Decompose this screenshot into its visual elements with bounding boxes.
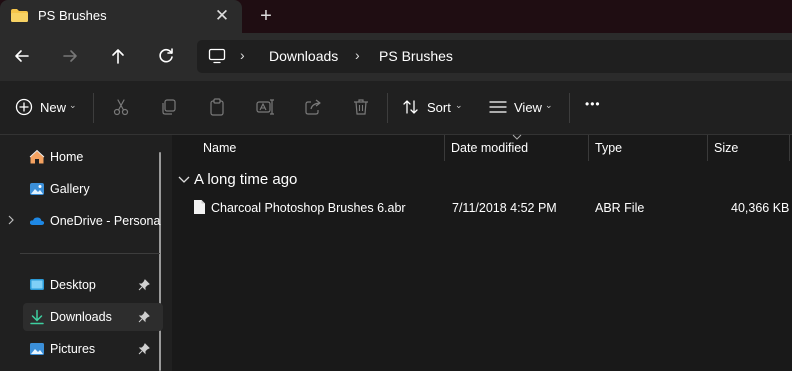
close-tab-icon[interactable]: ✕ (213, 7, 231, 25)
column-divider[interactable] (588, 135, 589, 161)
pin-icon[interactable] (138, 343, 150, 355)
chevron-down-icon: ⌄ (545, 100, 553, 110)
download-icon (30, 309, 44, 325)
refresh-icon[interactable] (154, 44, 178, 68)
breadcrumb-ps-brushes[interactable]: PS Brushes (379, 48, 453, 64)
share-icon[interactable] (303, 97, 323, 117)
sidebar-item-label: Downloads (50, 310, 112, 324)
file-type: ABR File (595, 201, 645, 215)
column-divider[interactable] (789, 135, 790, 161)
folder-icon (11, 9, 28, 22)
sidebar-item-label: Desktop (50, 278, 96, 292)
toolbar-divider (387, 93, 388, 123)
paste-icon[interactable] (207, 97, 227, 117)
sidebar-item-label: OneDrive - Persona (50, 214, 161, 228)
chevron-down-icon: ⌄ (69, 100, 77, 110)
sidebar-item-label: Pictures (50, 342, 96, 356)
tab-title: PS Brushes (38, 8, 107, 23)
sidebar-item-label: Gallery (50, 182, 90, 196)
copy-icon[interactable] (159, 97, 179, 117)
sidebar-item-label: Home (50, 150, 84, 164)
forward-icon[interactable] (58, 44, 82, 68)
view-icon[interactable] (488, 97, 508, 117)
column-header-date-modified[interactable]: Date modified (451, 141, 528, 155)
group-header[interactable]: A long time ago (194, 171, 297, 188)
gallery-icon (30, 183, 44, 195)
breadcrumb-separator[interactable]: › (240, 47, 245, 63)
column-divider[interactable] (444, 135, 445, 161)
file-date-modified: 7/11/2018 4:52 PM (452, 201, 557, 215)
view-button[interactable]: View (514, 100, 542, 115)
new-plus-icon[interactable] (14, 97, 34, 117)
file-icon (194, 200, 205, 214)
pictures-icon (30, 343, 44, 355)
sidebar-divider (20, 253, 160, 254)
column-header-type[interactable]: Type (595, 141, 622, 155)
up-icon[interactable] (106, 44, 130, 68)
column-header-size[interactable]: Size (714, 141, 738, 155)
cut-icon[interactable] (111, 97, 131, 117)
delete-icon[interactable] (351, 97, 371, 117)
sort-icon[interactable] (401, 97, 421, 117)
more-options-button[interactable]: ••• (585, 97, 601, 111)
file-size: 40,366 KB (731, 201, 790, 215)
new-button[interactable]: New (40, 100, 66, 115)
column-header-name[interactable]: Name (203, 141, 236, 155)
chevron-right-icon[interactable] (7, 215, 15, 225)
desktop-icon (30, 279, 44, 290)
chevron-down-icon[interactable] (178, 174, 190, 184)
column-divider[interactable] (707, 135, 708, 161)
tab-ps-brushes[interactable] (0, 0, 242, 33)
toolbar-divider (93, 93, 94, 123)
back-icon[interactable] (10, 44, 34, 68)
toolbar-divider (569, 93, 570, 123)
sort-button[interactable]: Sort (427, 100, 451, 115)
home-icon (29, 149, 45, 164)
sort-indicator-icon (512, 134, 522, 140)
onedrive-icon (29, 217, 45, 225)
rename-icon[interactable] (255, 97, 275, 117)
file-name[interactable]: Charcoal Photoshop Brushes 6.abr (211, 201, 406, 215)
this-pc-icon (208, 48, 226, 64)
pin-icon[interactable] (138, 279, 150, 291)
breadcrumb-separator[interactable]: › (355, 47, 360, 63)
chevron-down-icon: ⌄ (455, 100, 463, 110)
new-tab-button[interactable]: + (257, 6, 275, 26)
pin-icon[interactable] (138, 311, 150, 323)
breadcrumb-downloads[interactable]: Downloads (269, 48, 338, 64)
